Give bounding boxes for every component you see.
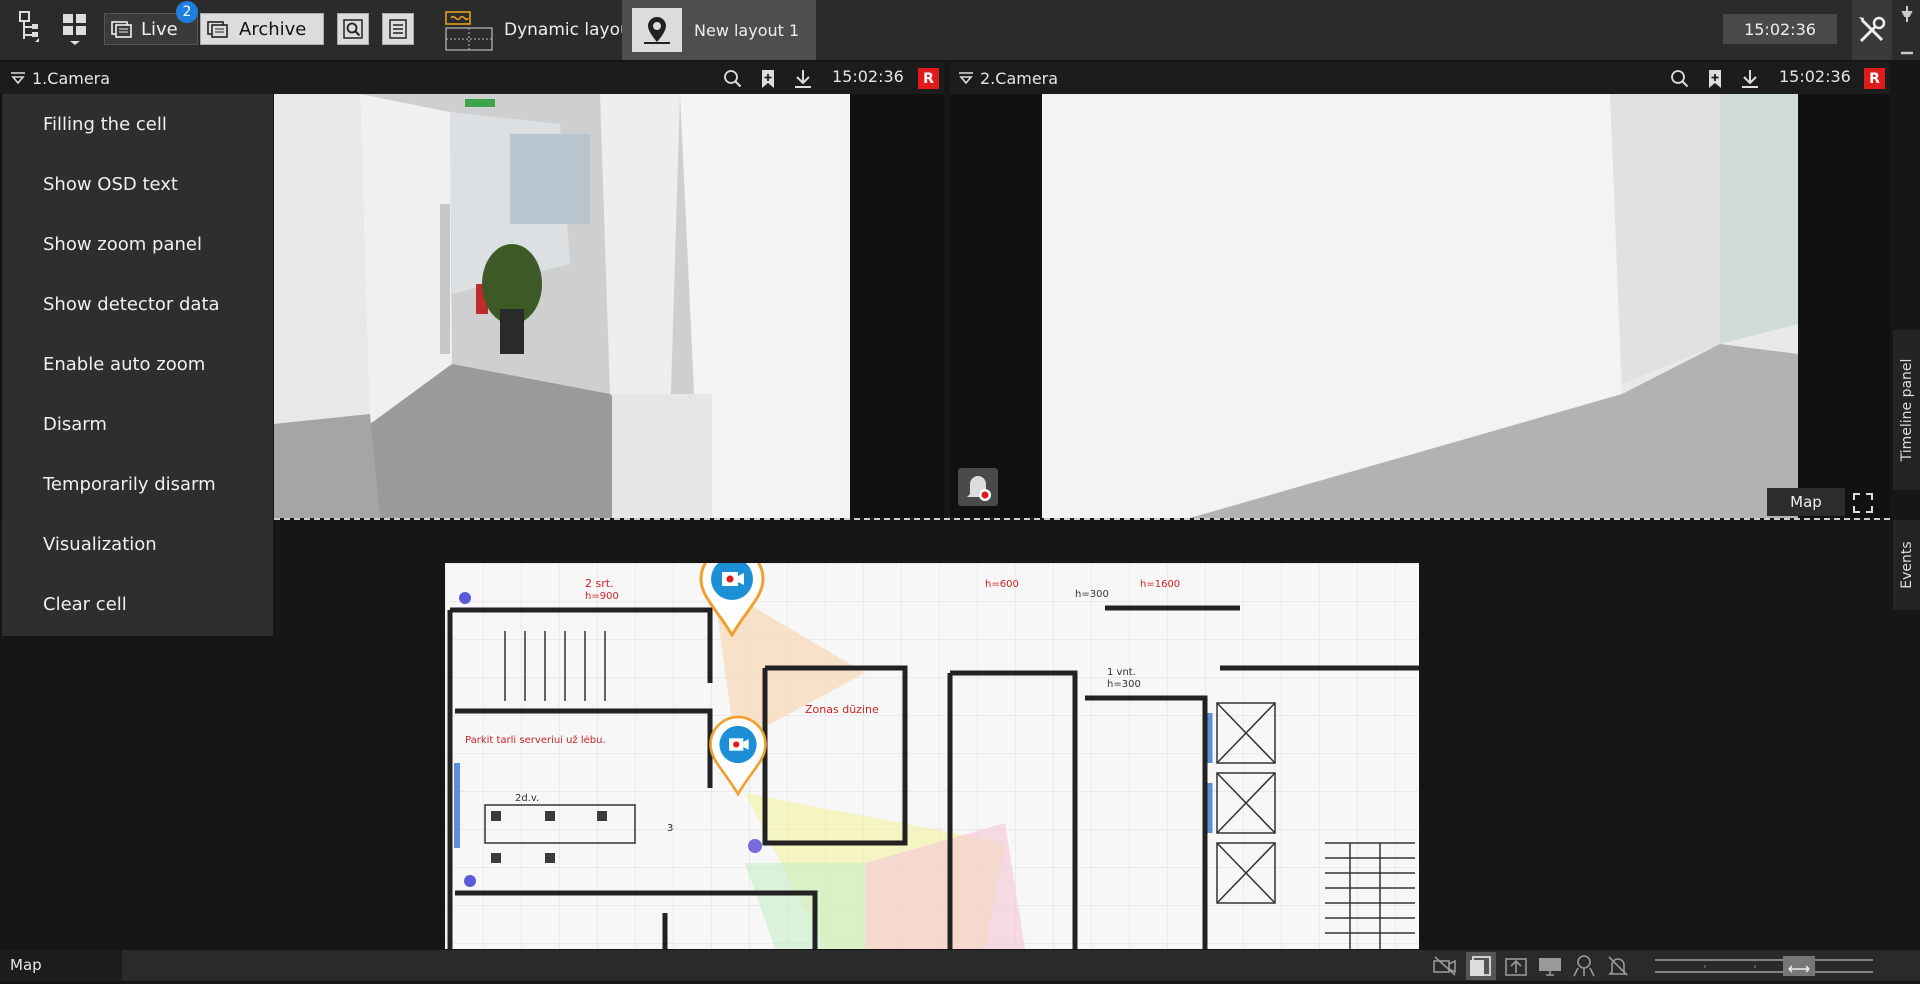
bookmark-add-icon[interactable] [1704, 68, 1726, 90]
floor-plan-map[interactable]: 2 srt. h=900 h=600 h=1600 h=300 1 vnt. h… [445, 563, 1419, 949]
bottom-map-tab[interactable]: Map [0, 950, 122, 981]
export-download-icon[interactable] [1739, 68, 1761, 90]
new-layout-label: New layout 1 [694, 20, 800, 40]
new-layout-tab[interactable]: New layout 1 [622, 0, 816, 60]
top-toolbar: Live 2 Archive Dynamic layout New layout… [0, 0, 1920, 60]
bell-record-icon [967, 476, 991, 501]
camera-2-title: 2.Camera [980, 68, 1059, 88]
tools-icon [1859, 16, 1886, 43]
live-label: Live [141, 18, 178, 40]
fullscreen-icon[interactable] [1850, 490, 1876, 516]
floor-plan-drawing: 2 srt. h=900 h=600 h=1600 h=300 1 vnt. h… [445, 563, 1419, 949]
svg-text:h=1600: h=1600 [1140, 579, 1180, 590]
menu-item-show-detector-data[interactable]: Show detector data [43, 294, 220, 315]
cell-context-menu: Filling the cell Show OSD text Show zoom… [2, 94, 273, 636]
menu-item-temporarily-disarm[interactable]: Temporarily disarm [43, 474, 216, 495]
cell-menu-icon[interactable] [10, 71, 26, 85]
camera-2-time: 15:02:36 [1779, 67, 1851, 86]
timeline-panel-label: Timeline panel [1898, 358, 1915, 462]
cell-menu-icon[interactable] [958, 71, 974, 85]
bottom-bar: Map [0, 950, 1920, 981]
bookmark-add-icon[interactable] [757, 68, 779, 90]
events-label: Events [1898, 541, 1915, 589]
document-list-icon [389, 19, 407, 39]
svg-text:h=900: h=900 [585, 591, 619, 602]
svg-text:Zonas dūzine: Zonas dūzine [805, 703, 879, 716]
svg-text:2 srt.: 2 srt. [585, 577, 614, 590]
search-archive-button[interactable] [337, 13, 369, 45]
alarm-button[interactable] [958, 468, 998, 506]
svg-text:h=300: h=300 [1107, 679, 1141, 690]
map-pin-icon [632, 8, 682, 52]
layouts-grid-icon[interactable] [57, 8, 93, 48]
alarm-off-icon[interactable] [1605, 954, 1631, 978]
camera-off-icon[interactable] [1432, 954, 1458, 978]
archive-label: Archive [239, 18, 307, 40]
menu-item-disarm[interactable]: Disarm [43, 414, 107, 435]
zoom-search-icon[interactable] [1669, 68, 1691, 90]
svg-text:h=300: h=300 [1075, 589, 1109, 600]
camera-2-video-frame [1042, 94, 1798, 518]
zoom-slider[interactable] [1655, 956, 1873, 976]
system-clock: 15:02:36 [1723, 14, 1837, 44]
menu-item-show-osd-text[interactable]: Show OSD text [43, 174, 178, 195]
svg-text:h=600: h=600 [985, 579, 1019, 590]
event-search-button[interactable] [382, 13, 414, 45]
menu-item-show-zoom-panel[interactable]: Show zoom panel [43, 234, 202, 255]
menu-item-filling-the-cell[interactable]: Filling the cell [43, 114, 167, 135]
dynamic-layout-tab[interactable]: Dynamic layout [444, 0, 637, 60]
camera-pin-icon [709, 715, 767, 797]
pin-icon[interactable] [1897, 4, 1917, 24]
svg-text:Parkit tarli serveriui už lėbu: Parkit tarli serveriui už lėbu. [465, 734, 606, 746]
camera-2-recording-badge: R [1864, 68, 1885, 89]
dynamic-layout-label: Dynamic layout [504, 20, 638, 40]
menu-item-enable-auto-zoom[interactable]: Enable auto zoom [43, 354, 205, 375]
svg-text:3: 3 [667, 823, 673, 834]
upload-icon[interactable] [1503, 954, 1529, 978]
map-camera-pin-2[interactable] [707, 715, 769, 797]
location-settings-icon[interactable] [1571, 954, 1597, 978]
minimize-icon[interactable] [1897, 42, 1917, 56]
svg-text:2d.v.: 2d.v. [515, 793, 539, 804]
zoom-search-icon[interactable] [722, 68, 744, 90]
export-download-icon[interactable] [792, 68, 814, 90]
events-tab[interactable]: Events [1893, 520, 1920, 610]
svg-text:1 vnt.: 1 vnt. [1107, 667, 1136, 678]
camera-1-time: 15:02:36 [832, 67, 904, 86]
map-button[interactable]: Map [1767, 488, 1845, 516]
bottom-map-label: Map [10, 956, 42, 974]
camera-pin-icon [699, 563, 765, 639]
archive-button[interactable]: Archive [200, 13, 324, 45]
timeline-panel-tab[interactable]: Timeline panel [1893, 330, 1920, 490]
cell-divider [274, 518, 1890, 520]
archive-search-icon [343, 19, 363, 39]
camera-1-header: 1.Camera 15:02:36 R [0, 62, 944, 94]
archive-icon [207, 21, 228, 38]
live-count-badge: 2 [176, 1, 198, 23]
live-icon [111, 21, 132, 38]
layers-icon[interactable] [1466, 952, 1496, 980]
dynamic-layout-icon [445, 11, 493, 51]
settings-button[interactable] [1852, 0, 1892, 60]
camera-1-recording-badge: R [918, 68, 939, 89]
camera-2-view[interactable]: Map [950, 94, 1890, 518]
camera-2-header: 2.Camera 15:02:36 R [950, 62, 1890, 94]
monitor-icon[interactable] [1537, 954, 1563, 978]
device-tree-icon[interactable] [8, 8, 44, 48]
menu-item-clear-cell[interactable]: Clear cell [43, 594, 127, 615]
camera-1-title: 1.Camera [32, 68, 111, 88]
menu-item-visualization[interactable]: Visualization [43, 534, 157, 555]
map-camera-pin-1[interactable] [697, 563, 767, 639]
